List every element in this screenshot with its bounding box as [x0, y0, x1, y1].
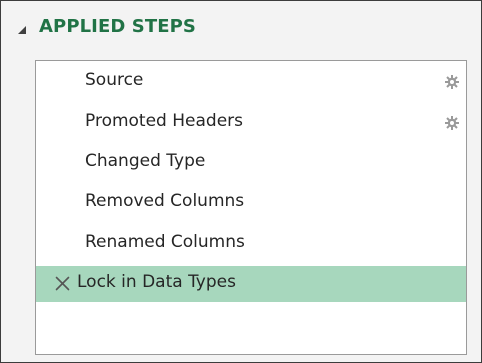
step-label: Renamed Columns: [85, 232, 245, 252]
step-source[interactable]: Source: [36, 64, 466, 100]
step-label: Removed Columns: [85, 191, 245, 211]
step-renamed-columns[interactable]: Renamed Columns: [36, 226, 466, 262]
triangle-down-icon[interactable]: [16, 24, 28, 36]
applied-steps-header[interactable]: APPLIED STEPS: [1, 1, 481, 63]
step-label: Changed Type: [85, 151, 206, 171]
close-icon[interactable]: [55, 276, 70, 291]
gear-icon[interactable]: [444, 74, 460, 90]
step-changed-type[interactable]: Changed Type: [36, 145, 466, 181]
section-title: APPLIED STEPS: [39, 16, 196, 37]
gear-icon[interactable]: [444, 115, 460, 131]
applied-steps-pane: APPLIED STEPS Source Promoted Headers Ch…: [0, 0, 482, 363]
step-lock-in-data-types[interactable]: Lock in Data Types: [36, 266, 466, 302]
applied-steps-list: Source Promoted Headers Changed Type Rem…: [35, 60, 467, 355]
step-removed-columns[interactable]: Removed Columns: [36, 185, 466, 221]
step-label: Promoted Headers: [85, 111, 244, 131]
step-label: Source: [85, 70, 144, 90]
step-promoted-headers[interactable]: Promoted Headers: [36, 105, 466, 141]
step-label: Lock in Data Types: [77, 272, 236, 292]
